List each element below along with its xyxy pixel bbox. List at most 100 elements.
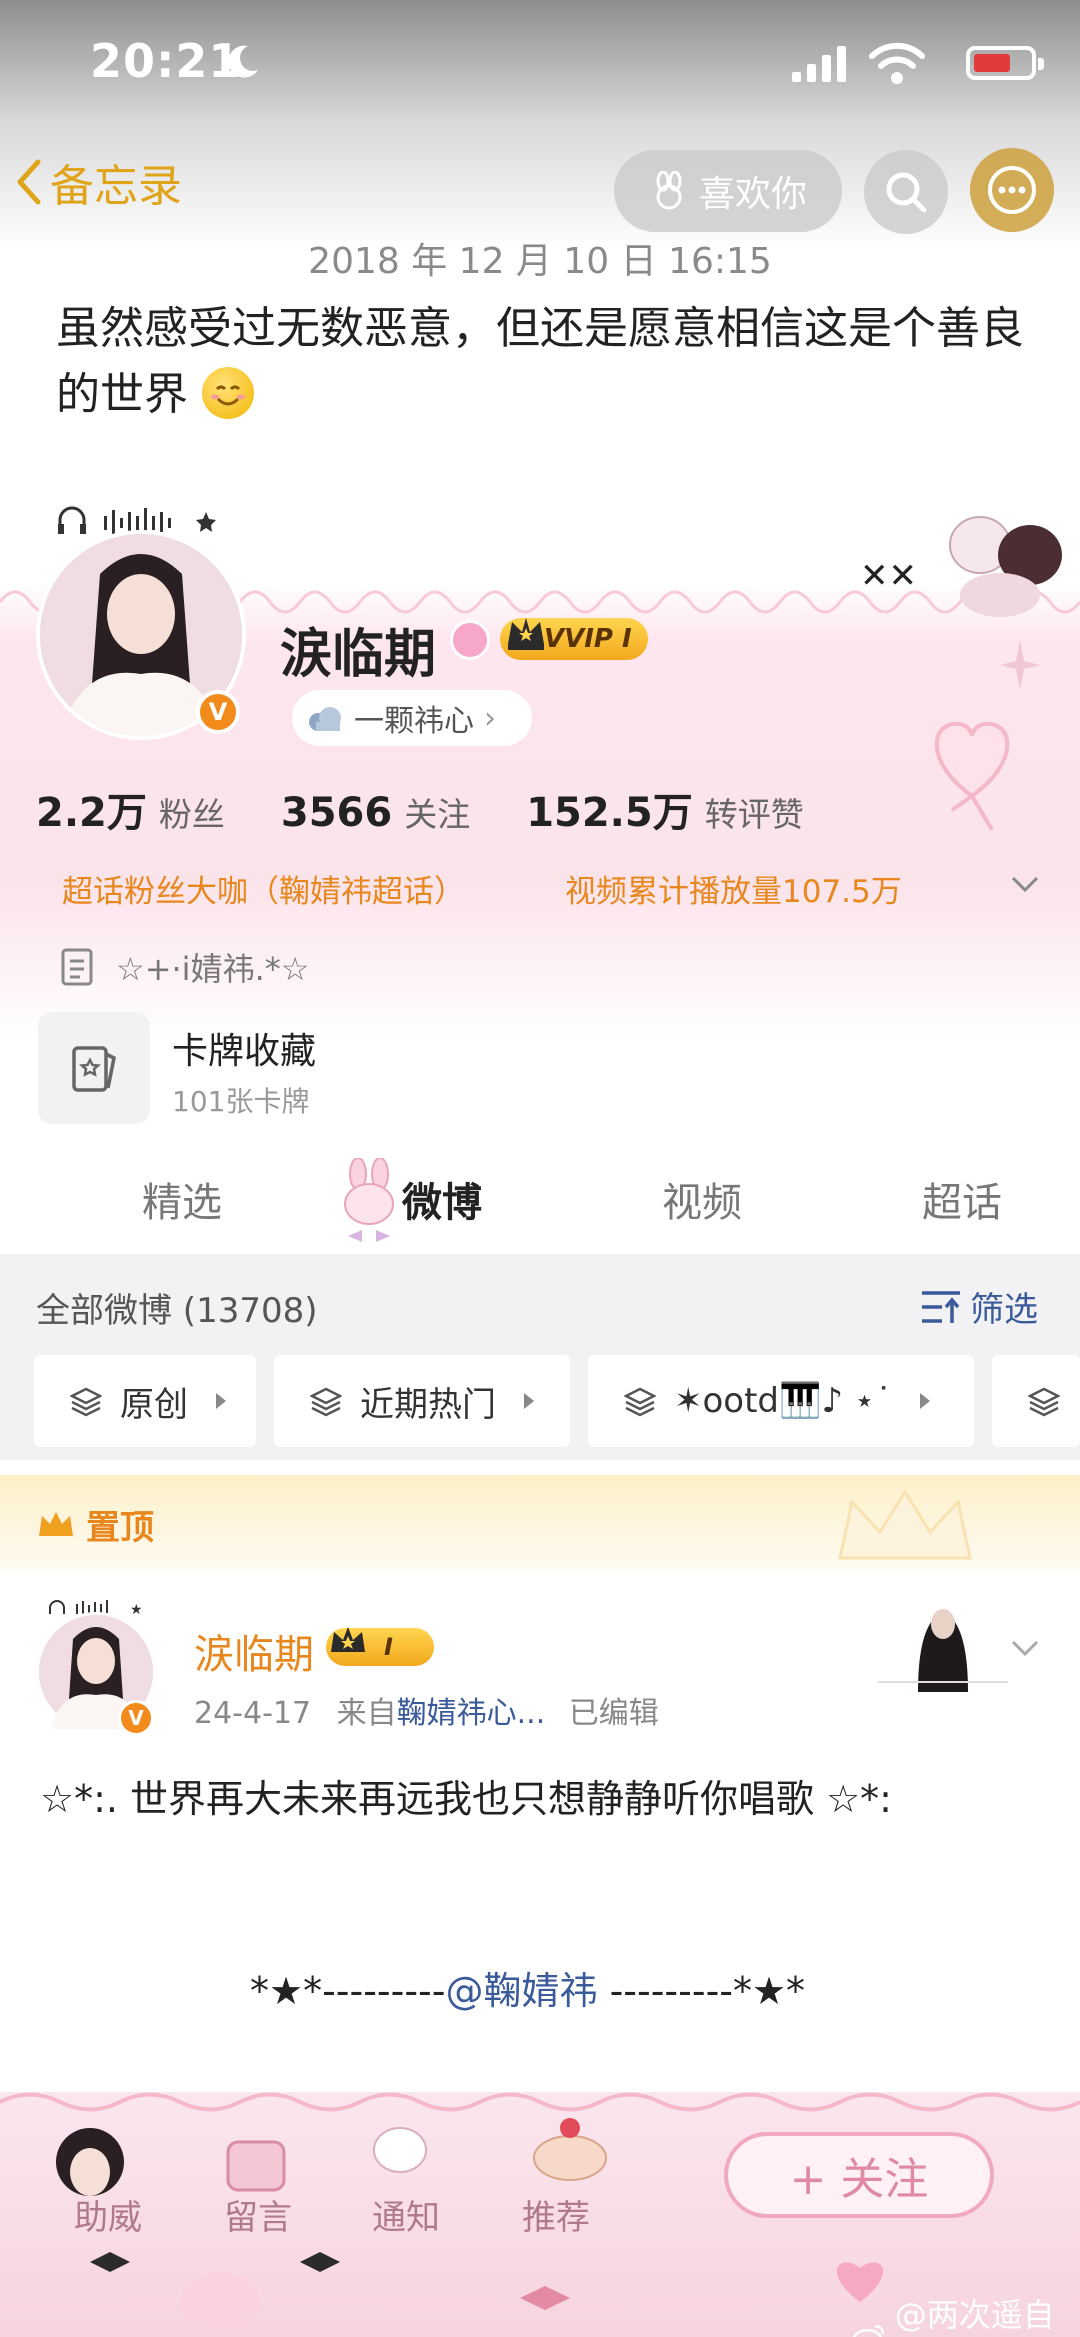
status-time: 20:21 <box>90 34 242 88</box>
card-collection-button[interactable] <box>38 1012 150 1124</box>
layers-icon <box>624 1387 656 1417</box>
bunny-icon <box>656 171 682 210</box>
triangle-right-icon <box>920 1393 931 1409</box>
profile-tag[interactable]: 一颗祎心 › <box>292 690 532 746</box>
post-mention-suffix: ---------*★* <box>597 1969 806 2013</box>
engagement-label: 转评赞 <box>704 795 804 834</box>
followers-label: 粉丝 <box>158 795 225 834</box>
bunny-tab-decoration <box>344 1158 394 1242</box>
all-posts-count: 全部微博 (13708) <box>36 1291 318 1331</box>
back-label: 备忘录 <box>50 161 182 212</box>
profile-username: 涙临期 <box>280 625 437 685</box>
tab-video[interactable]: 视频 <box>662 1170 742 1228</box>
pinned-label: 置顶 <box>86 1508 154 1548</box>
chevron-right-icon: › <box>484 700 496 736</box>
chevron-left-icon <box>17 159 41 205</box>
moon-icon <box>228 45 258 78</box>
profile-tag-label: 一颗祎心 <box>354 704 474 739</box>
chip-original[interactable]: 原创 <box>34 1355 256 1447</box>
cellular-signal-icon <box>792 46 846 82</box>
filter-button[interactable]: 筛选 <box>920 1282 1038 1331</box>
watermark-text: @两次遥自恰 <box>894 2296 1055 2334</box>
triangle-right-icon <box>524 1393 534 1409</box>
heart-lollipop-decoration <box>934 721 1010 832</box>
chip-more[interactable] <box>992 1355 1080 1447</box>
tab-featured[interactable]: 精选 <box>142 1170 222 1228</box>
post-author-name[interactable]: 涙临期 <box>194 1622 314 1680</box>
post-date: 24-4-17 <box>194 1696 312 1731</box>
card-collection-count: 101张卡牌 <box>172 1085 310 1118</box>
fan-badge-icon[interactable] <box>450 620 490 660</box>
post-edited: 已编辑 <box>568 1696 659 1731</box>
crown-icon <box>508 618 544 650</box>
post-meta: 24-4-17 来自鞠婧祎心... 已编辑 <box>194 1688 659 1732</box>
followers-count[interactable]: 2.2万 <box>36 780 147 838</box>
post-mention-line: *★*---------@鞠婧祎 ---------*★* <box>250 1960 805 2015</box>
following-label: 关注 <box>404 795 471 834</box>
post-from-prefix: 来自 <box>336 1696 397 1731</box>
svg-text:✕✕: ✕✕ <box>860 556 917 596</box>
bottom-recommend[interactable]: 推荐 <box>522 2190 590 2239</box>
post-mention-prefix: *★*--------- <box>250 1969 446 2013</box>
search-icon <box>886 172 927 213</box>
chevron-down-icon[interactable] <box>1010 872 1040 896</box>
wifi-icon <box>869 42 925 84</box>
chip-recent-hot-label: 近期热门 <box>360 1384 496 1425</box>
layers-icon <box>1028 1387 1060 1417</box>
profile-highlights: 超话粉丝大咖（鞠婧祎超话） 视频累计播放量107.5万 <box>62 866 1052 911</box>
like-you-button[interactable]: 喜欢你 <box>614 150 842 232</box>
following-count[interactable]: 3566 <box>281 790 392 836</box>
smile-emoji-icon <box>202 367 254 419</box>
chip-original-label: 原创 <box>120 1384 188 1425</box>
follow-label: + 关注 <box>789 2154 929 2205</box>
profile-stats: 2.2万 粉丝 3566 关注 152.5万 转评赞 <box>36 780 860 838</box>
chip-recent-hot[interactable]: 近期热门 <box>274 1355 570 1447</box>
filter-label: 筛选 <box>970 1290 1038 1330</box>
plush-bunny-decoration: ✕✕ <box>860 516 1062 617</box>
card-icon <box>72 1046 116 1092</box>
like-label: 喜欢你 <box>698 174 807 215</box>
crown-icon <box>39 1511 73 1536</box>
follow-button[interactable]: + 关注 <box>724 2132 994 2218</box>
memo-date: 2018 年 12 月 10 日 16:15 <box>308 241 772 282</box>
post-mention-link[interactable]: @鞠婧祎 <box>445 1969 597 2013</box>
video-plays: 视频累计播放量107.5万 <box>565 874 902 910</box>
weibo-logo-icon <box>852 2325 885 2337</box>
verified-badge-icon: V <box>196 690 240 734</box>
bottom-notify[interactable]: 通知 <box>372 2190 440 2239</box>
filter-icon <box>922 1290 960 1323</box>
post-source[interactable]: 鞠婧祎心... <box>397 1696 546 1731</box>
triangle-right-icon <box>216 1393 226 1409</box>
crown-icon <box>331 1627 365 1652</box>
engagement-count[interactable]: 152.5万 <box>526 780 693 838</box>
search-button[interactable] <box>864 150 948 234</box>
crown-watermark-decoration <box>838 1489 972 1560</box>
battery-icon <box>966 46 1044 80</box>
more-button[interactable] <box>970 148 1054 232</box>
chip-ootd[interactable]: ✶ootd🎹♪ ⋆˙ <box>588 1355 974 1447</box>
pinned-label-row: 置顶 <box>36 1500 154 1549</box>
post-text: ☆*:. 世界再大未来再远我也只想静静听你唱歌 ☆*: <box>40 1777 892 1821</box>
more-icon <box>988 166 1036 214</box>
bottom-message[interactable]: 留言 <box>224 2190 292 2239</box>
chip-ootd-label: ✶ootd🎹♪ ⋆˙ <box>674 1381 893 1421</box>
super-topic-link[interactable]: 超话粉丝大咖（鞠婧祎超话） <box>62 866 465 911</box>
card-collection-title[interactable]: 卡牌收藏 <box>172 1022 316 1074</box>
sparkle-decoration <box>1000 640 1040 690</box>
cloud-icon <box>309 707 341 731</box>
tab-supertopic[interactable]: 超话 <box>922 1170 1002 1228</box>
status-bar: 20:21 <box>0 0 1080 140</box>
layers-icon <box>310 1387 342 1417</box>
layers-icon <box>70 1387 102 1417</box>
bottom-cheer[interactable]: 助威 <box>74 2190 142 2239</box>
bio-row: ☆+·i婧祎.*☆ <box>60 944 309 990</box>
document-icon <box>61 948 93 986</box>
post-thumbnail-image[interactable] <box>878 1582 1008 1692</box>
memo-text: 虽然感受过无数恶意，但还是愿意相信这是个善良的世界 <box>56 296 1036 428</box>
back-button[interactable]: 备忘录 <box>14 150 182 214</box>
tab-weibo[interactable]: 微博 <box>402 1170 482 1228</box>
verified-badge-icon: V <box>118 1700 154 1736</box>
watermark: @两次遥自恰 <box>852 2290 1080 2337</box>
chevron-down-icon[interactable] <box>1010 1636 1040 1660</box>
profile-tabs: 精选 微博 视频 超话 <box>0 1160 1080 1250</box>
